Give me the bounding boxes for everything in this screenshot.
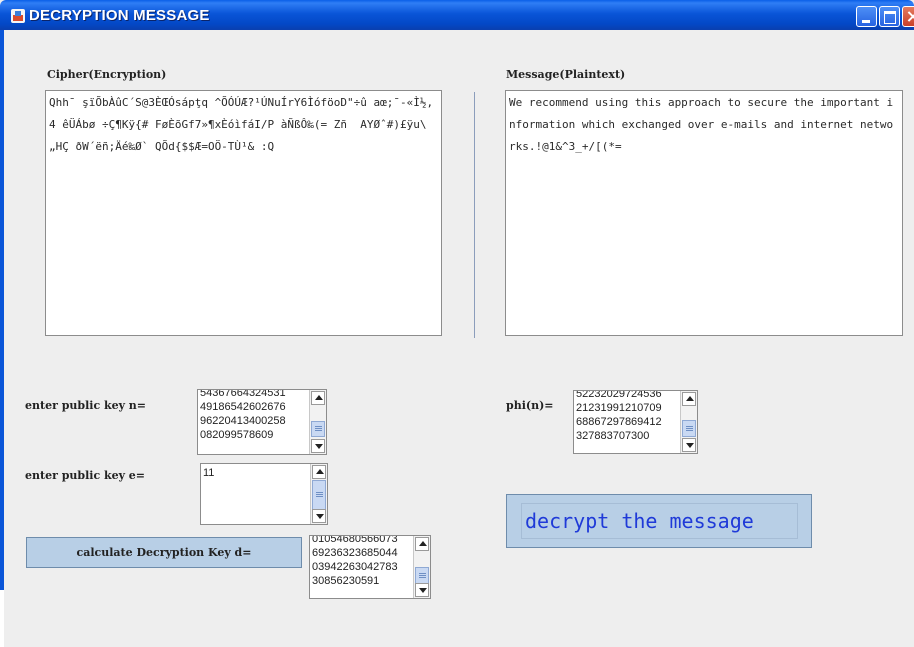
- public-key-n-scrollbar[interactable]: [309, 390, 326, 454]
- phi-n-label: phi(n)=: [506, 399, 554, 412]
- window-border: [0, 30, 4, 647]
- scroll-up-arrow-icon[interactable]: [415, 537, 429, 551]
- public-key-e-textarea[interactable]: 11: [200, 463, 328, 525]
- public-key-e-value: 11: [203, 467, 215, 479]
- minimize-button[interactable]: [856, 6, 877, 27]
- window-title: DECRYPTION MESSAGE: [29, 7, 210, 24]
- scroll-thumb[interactable]: [682, 420, 696, 437]
- phi-n-scrollbar[interactable]: [680, 391, 697, 453]
- scroll-thumb[interactable]: [311, 421, 325, 437]
- scroll-thumb[interactable]: [312, 480, 326, 510]
- scroll-up-arrow-icon[interactable]: [312, 465, 326, 479]
- decrypt-message-button[interactable]: decrypt the message: [506, 494, 812, 548]
- public-key-n-label: enter public key n=: [25, 399, 147, 412]
- decryption-key-d-textarea[interactable]: 01054680566073 69236323685044 0394226304…: [309, 535, 431, 599]
- cipher-textarea[interactable]: Qhh¯ şïÕbÀûC´S@3ÈŒÓsápţq ^ÕÓÚÆ?¹ÚNuÍrY6Ì…: [45, 90, 442, 336]
- section-divider: [474, 92, 475, 338]
- decryption-window: DECRYPTION MESSAGE Cipher(Encryption) Qh…: [0, 0, 914, 647]
- java-app-icon[interactable]: [11, 9, 25, 23]
- public-key-e-label: enter public key e=: [25, 469, 146, 482]
- scroll-up-arrow-icon[interactable]: [682, 392, 696, 406]
- public-key-e-scrollbar[interactable]: [310, 464, 327, 524]
- phi-n-textarea[interactable]: 52232029724536 21231991210709 6886729786…: [573, 390, 698, 454]
- message-label: Message(Plaintext): [506, 68, 626, 81]
- scroll-down-arrow-icon[interactable]: [311, 439, 325, 453]
- public-key-n-textarea[interactable]: 54367664324531 49186542602676 9622041340…: [197, 389, 327, 455]
- phi-n-value: 52232029724536 21231991210709 6886729786…: [576, 390, 662, 442]
- scroll-down-arrow-icon[interactable]: [682, 438, 696, 452]
- scroll-thumb[interactable]: [415, 567, 429, 584]
- title-bar[interactable]: DECRYPTION MESSAGE: [0, 0, 914, 30]
- decrypt-button-label: decrypt the message: [525, 509, 754, 533]
- calculate-decryption-key-button[interactable]: calculate Decryption Key d=: [26, 537, 302, 568]
- decryption-key-d-scrollbar[interactable]: [413, 536, 430, 598]
- public-key-n-value: 54367664324531 49186542602676 9622041340…: [200, 389, 286, 441]
- decryption-key-d-value: 01054680566073 69236323685044 0394226304…: [312, 535, 398, 587]
- scroll-down-arrow-icon[interactable]: [312, 509, 326, 523]
- close-button[interactable]: [902, 6, 914, 27]
- cipher-label: Cipher(Encryption): [47, 68, 167, 81]
- message-textarea[interactable]: We recommend using this approach to secu…: [505, 90, 903, 336]
- maximize-button[interactable]: [879, 6, 900, 27]
- scroll-up-arrow-icon[interactable]: [311, 391, 325, 405]
- scroll-down-arrow-icon[interactable]: [415, 583, 429, 597]
